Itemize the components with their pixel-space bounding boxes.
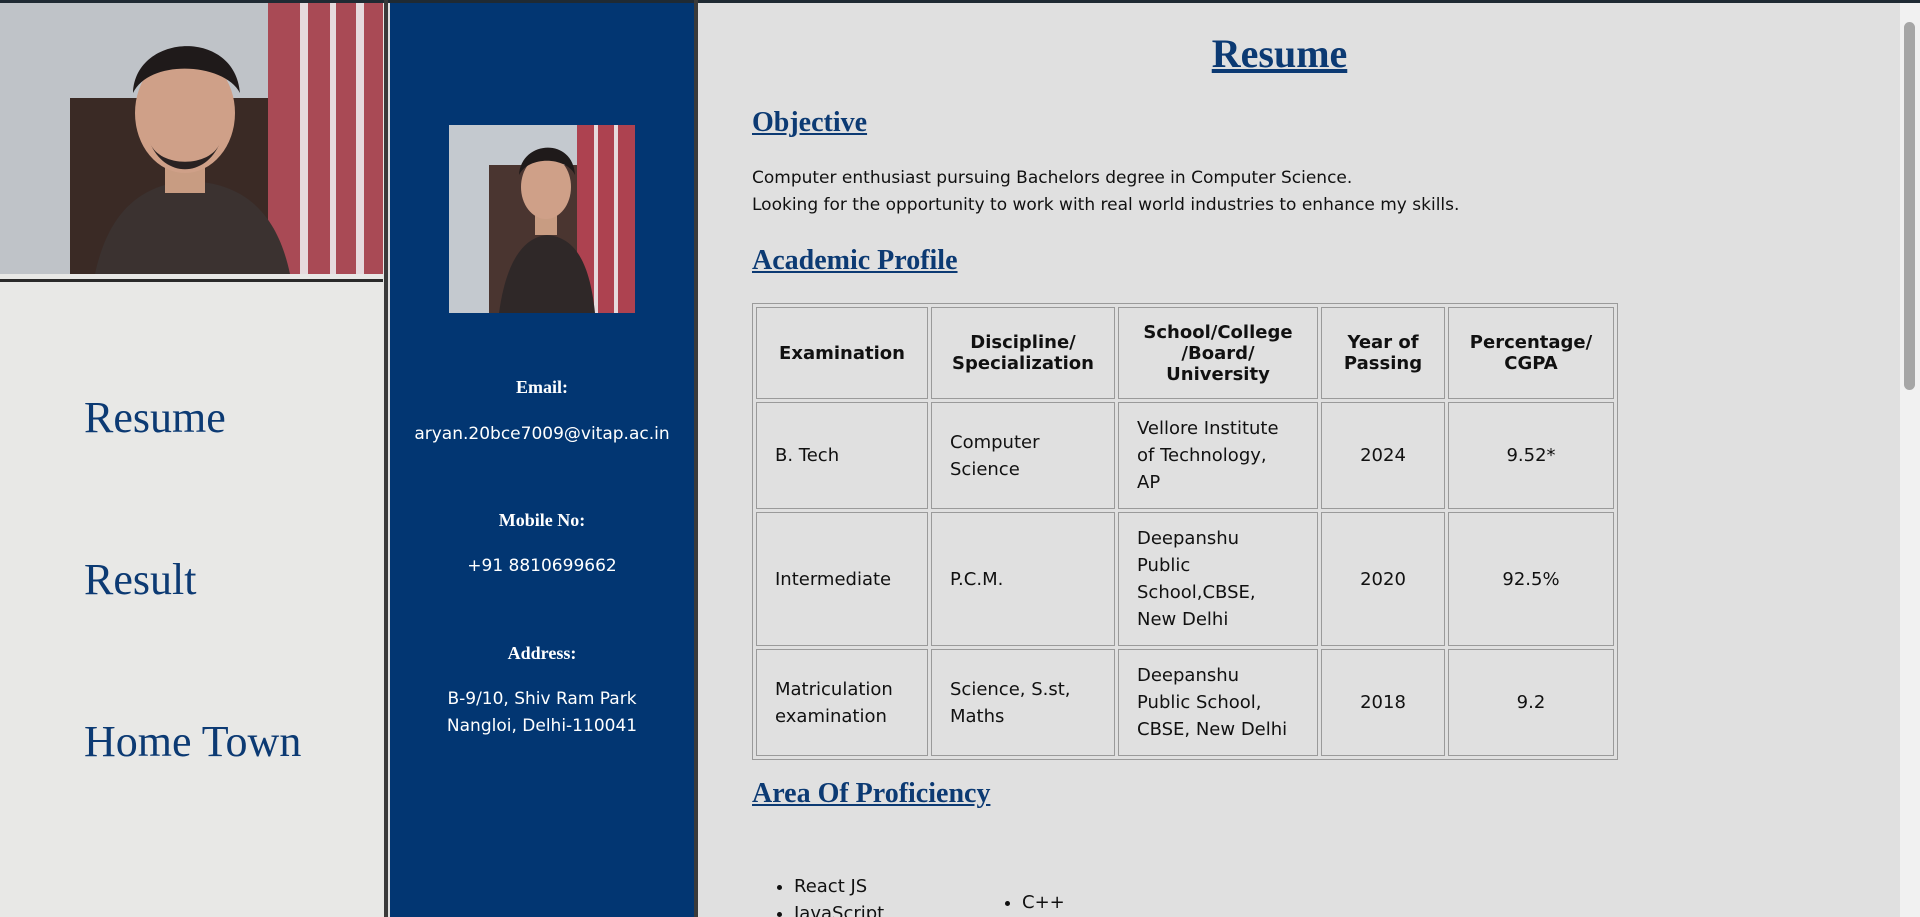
table-cell: 9.52* <box>1448 402 1614 509</box>
skills-list-2: C++ <box>1000 889 1065 916</box>
nav-link-home-town[interactable]: Home Town <box>84 716 301 767</box>
proficiency-heading: Area Of Proficiency <box>752 778 991 809</box>
table-cell: 92.5% <box>1448 512 1614 646</box>
objective-heading: Objective <box>752 107 868 138</box>
table-cell: 2020 <box>1321 512 1445 646</box>
academic-table: Examination Discipline/Specialization Sc… <box>752 303 1618 760</box>
scrollbar-thumb[interactable] <box>1904 22 1915 390</box>
col-header-year: Year of Passing <box>1321 307 1445 399</box>
objective-line-1: Computer enthusiast pursuing Bachelors d… <box>752 168 1353 188</box>
header-text: Year of Passing <box>1343 332 1423 374</box>
contact-frame: Email: aryan.20bce7009@vitap.ac.in Mobil… <box>390 3 694 917</box>
table-cell: 2024 <box>1321 402 1445 509</box>
header-text: School/College/Board/University <box>1143 321 1293 385</box>
table-cell: Vellore Institute of Technology, AP <box>1118 402 1318 509</box>
objective-text: Computer enthusiast pursuing Bachelors d… <box>752 165 1459 219</box>
photo-divider <box>0 279 383 282</box>
objective-line-2: Looking for the opportunity to work with… <box>752 195 1460 215</box>
list-item: React JS <box>794 873 884 900</box>
mobile-label: Mobile No: <box>498 510 586 530</box>
col-header-examination: Examination <box>756 307 928 399</box>
col-header-school: School/College/Board/University <box>1118 307 1318 399</box>
address-label: Address: <box>507 643 577 663</box>
header-text: Discipline/Specialization <box>952 332 1094 374</box>
header-text: Examination <box>779 342 905 364</box>
table-cell: Computer Science <box>931 402 1115 509</box>
table-cell: B. Tech <box>756 402 928 509</box>
resume-frame: Resume Objective Computer enthusiast pur… <box>702 3 1900 917</box>
profile-photo-small <box>449 125 635 313</box>
table-cell: Matriculation examination <box>756 649 928 756</box>
list-item: C++ <box>1022 889 1065 916</box>
table-cell: Science, S.st, Maths <box>931 649 1115 756</box>
header-text: Percentage/CGPA <box>1469 332 1593 374</box>
email-value: aryan.20bce7009@vitap.ac.in <box>414 424 670 444</box>
col-header-discipline: Discipline/Specialization <box>931 307 1115 399</box>
table-cell: 9.2 <box>1448 649 1614 756</box>
academic-heading: Academic Profile <box>752 245 958 276</box>
nav-link-result[interactable]: Result <box>84 554 196 605</box>
table-cell: Deepanshu Public School, CBSE, New Delhi <box>1118 649 1318 756</box>
profile-photo-large <box>0 3 383 274</box>
table-row: Intermediate P.C.M. Deepanshu Public Schoo… <box>756 512 1614 646</box>
frame-divider-right[interactable] <box>694 0 698 917</box>
table-cell: P.C.M. <box>931 512 1115 646</box>
table-row: Matriculation examination Science, S.st, M… <box>756 649 1614 756</box>
table-cell: Deepanshu Public School,CBSE, New Delhi <box>1118 512 1318 646</box>
frame-divider-left[interactable] <box>384 0 388 917</box>
nav-link-resume[interactable]: Resume <box>84 392 226 443</box>
address-line-1: B-9/10, Shiv Ram Park <box>447 689 637 709</box>
table-header-row: Examination Discipline/Specialization Sc… <box>756 307 1614 399</box>
profile-photo-illustration <box>0 3 383 274</box>
table-row: B. Tech Computer Science Vellore Institut… <box>756 402 1614 509</box>
mobile-value: +91 8810699662 <box>467 556 617 576</box>
email-label: Email: <box>516 377 568 397</box>
address-line-2: Nangloi, Delhi-110041 <box>446 716 638 736</box>
navigation-frame: Resume Result Home Town <box>0 3 384 917</box>
list-item: JavaScript <box>794 900 884 917</box>
col-header-percentage: Percentage/CGPA <box>1448 307 1614 399</box>
table-cell: Intermediate <box>756 512 928 646</box>
skills-list-1: React JS JavaScript <box>772 873 884 917</box>
profile-photo-small-illustration <box>449 125 635 313</box>
table-cell: 2018 <box>1321 649 1445 756</box>
page-title: Resume <box>1211 31 1348 76</box>
